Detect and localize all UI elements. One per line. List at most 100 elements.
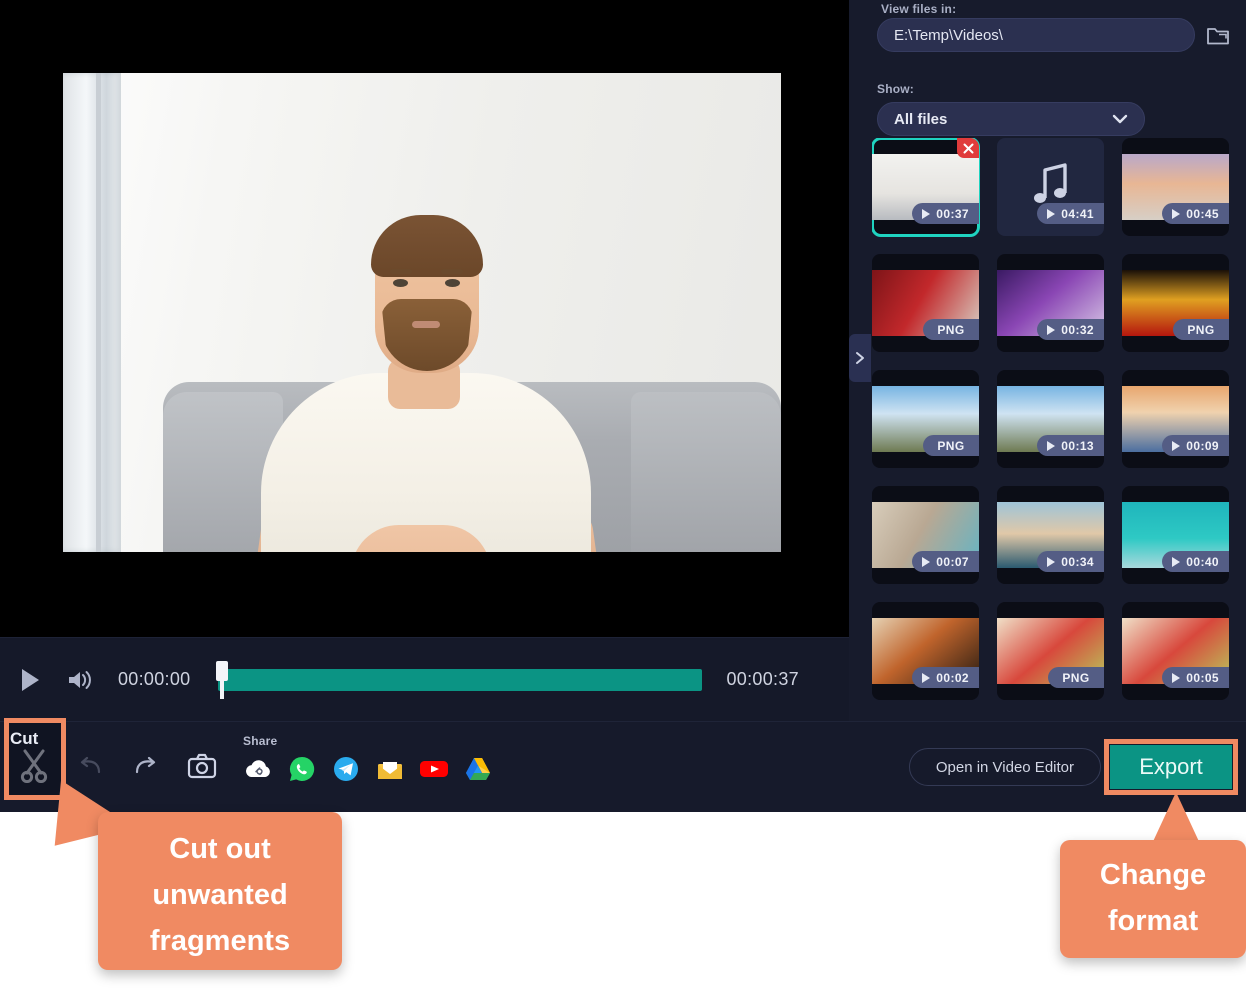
badge-label: PNG	[937, 438, 965, 453]
file-thumbnail[interactable]: PNG	[997, 602, 1104, 700]
email-icon[interactable]	[375, 754, 405, 784]
show-filter-value: All files	[894, 110, 948, 128]
file-thumbnail[interactable]: 00:09	[1122, 370, 1229, 468]
video-person-eye-left	[393, 279, 408, 287]
play-icon	[1172, 208, 1181, 219]
video-couch-right-cushion	[631, 392, 781, 552]
show-label: Show:	[877, 82, 914, 96]
file-type-badge: PNG	[1173, 319, 1229, 340]
screenshot-root: 00:00:00 00:00:37 View files in: E:\Temp…	[0, 0, 1246, 988]
badge-label: 04:41	[1061, 206, 1094, 221]
play-icon	[1172, 672, 1181, 683]
file-type-badge: PNG	[923, 435, 979, 456]
video-frame	[63, 73, 781, 552]
duration-badge: 00:32	[1037, 319, 1104, 340]
duration-badge: 00:02	[912, 667, 979, 688]
volume-icon[interactable]	[62, 662, 98, 698]
camera-icon[interactable]	[182, 744, 222, 788]
video-person-mouth	[412, 321, 440, 328]
open-in-video-editor-button[interactable]: Open in Video Editor	[908, 748, 1101, 786]
cloud-link-icon[interactable]	[243, 754, 273, 784]
play-icon	[922, 672, 931, 683]
file-thumbnail[interactable]: 00:05	[1122, 602, 1229, 700]
play-icon	[1047, 440, 1056, 451]
share-group: Share	[243, 734, 493, 784]
google-drive-icon[interactable]	[463, 754, 493, 784]
export-button[interactable]: Export	[1110, 745, 1232, 789]
bottom-toolbar: Share Open in Video Editor Export	[0, 721, 1246, 812]
cut-tool-label: Cut	[10, 729, 39, 748]
show-filter-select[interactable]: All files	[877, 102, 1145, 136]
badge-label: 00:09	[1186, 438, 1219, 453]
video-preview-stage[interactable]	[0, 0, 849, 637]
play-icon	[1047, 556, 1056, 567]
view-files-row: View files in:	[877, 2, 1232, 52]
redo-icon[interactable]	[126, 744, 166, 788]
close-x-icon[interactable]	[957, 138, 979, 158]
whatsapp-icon[interactable]	[287, 754, 317, 784]
duration-badge: 00:09	[1162, 435, 1229, 456]
right-callout: Change format	[1060, 840, 1246, 958]
file-thumbnail[interactable]: 00:02	[872, 602, 979, 700]
share-label: Share	[243, 734, 278, 748]
youtube-icon[interactable]	[419, 754, 449, 784]
duration-badge: 00:07	[912, 551, 979, 572]
video-window-light	[63, 73, 121, 552]
show-filter-row: Show: All files	[877, 82, 1232, 136]
badge-label: PNG	[1187, 322, 1215, 337]
file-thumbnail-grid[interactable]: 00:37 04:41 00:45 PNG 00:32 PNG PNG 00:13 00:09 0…	[872, 138, 1246, 738]
badge-label: 00:05	[1186, 670, 1219, 685]
duration-badge: 00:40	[1162, 551, 1229, 572]
badge-label: 00:32	[1061, 322, 1094, 337]
panel-collapse-toggle[interactable]	[849, 334, 871, 382]
view-files-label: View files in:	[881, 2, 957, 16]
scissors-icon[interactable]	[14, 744, 54, 788]
file-thumbnail[interactable]: 00:37	[872, 138, 980, 237]
file-thumbnail[interactable]: 00:07	[872, 486, 979, 584]
folder-open-icon[interactable]	[1205, 22, 1231, 48]
play-icon	[922, 556, 931, 567]
file-thumbnail[interactable]: PNG	[872, 370, 979, 468]
duration-badge: 00:37	[912, 203, 979, 224]
file-thumbnail[interactable]: 00:32	[997, 254, 1104, 352]
duration-badge: 00:34	[1037, 551, 1104, 572]
badge-label: PNG	[1062, 670, 1090, 685]
current-time-label: 00:00:00	[118, 669, 191, 689]
video-person-eye-right	[445, 279, 460, 287]
file-thumbnail[interactable]: 00:34	[997, 486, 1104, 584]
left-callout: Cut out unwanted fragments	[98, 812, 342, 970]
file-thumbnail[interactable]: 04:41	[997, 138, 1104, 236]
chevron-down-icon	[1112, 111, 1128, 128]
play-icon	[1172, 440, 1181, 451]
timeline-progress-fill	[218, 668, 703, 691]
timeline-track[interactable]	[216, 660, 703, 700]
playhead-handle	[216, 660, 229, 681]
telegram-icon[interactable]	[331, 754, 361, 784]
preview-column: 00:00:00 00:00:37	[0, 0, 849, 812]
badge-label: 00:13	[1061, 438, 1094, 453]
play-icon	[922, 208, 931, 219]
app-window: 00:00:00 00:00:37 View files in: E:\Temp…	[0, 0, 1246, 812]
file-thumbnail[interactable]: PNG	[1122, 254, 1229, 352]
file-thumbnail[interactable]: PNG	[872, 254, 979, 352]
play-icon	[1047, 208, 1056, 219]
badge-label: 00:40	[1186, 554, 1219, 569]
file-thumbnail[interactable]: 00:40	[1122, 486, 1229, 584]
video-person-brow-left	[390, 269, 412, 274]
file-thumbnail[interactable]: 00:13	[997, 370, 1104, 468]
badge-label: 00:45	[1186, 206, 1219, 221]
badge-label: 00:37	[936, 206, 969, 221]
badge-label: 00:02	[936, 670, 969, 685]
play-icon[interactable]	[12, 662, 48, 698]
duration-badge: 00:45	[1162, 203, 1229, 224]
play-icon	[1047, 324, 1056, 335]
badge-label: 00:34	[1061, 554, 1094, 569]
file-type-badge: PNG	[923, 319, 979, 340]
duration-badge: 00:05	[1162, 667, 1229, 688]
folder-path-input[interactable]	[877, 18, 1195, 52]
playhead-stem	[220, 680, 225, 699]
duration-badge: 04:41	[1037, 203, 1104, 224]
timeline-playhead[interactable]	[216, 660, 229, 699]
file-thumbnail[interactable]: 00:45	[1122, 138, 1229, 236]
playback-bar: 00:00:00 00:00:37	[0, 637, 849, 721]
